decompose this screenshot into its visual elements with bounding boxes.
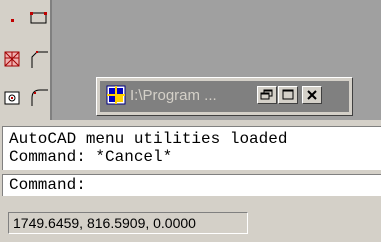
hatch-icon bbox=[4, 51, 20, 67]
coordinates-readout: 1749.6459, 816.5909, 0.0000 bbox=[13, 215, 196, 231]
application-icon bbox=[106, 85, 126, 105]
polyline-icon bbox=[31, 51, 48, 68]
restore-button[interactable] bbox=[257, 86, 277, 104]
close-icon bbox=[307, 90, 317, 100]
command-window: AutoCAD menu utilities loaded Command: *… bbox=[0, 120, 381, 207]
fillet-button[interactable] bbox=[28, 86, 50, 108]
history-line: Command: *Cancel* bbox=[9, 148, 173, 166]
hatch-button[interactable] bbox=[1, 48, 23, 70]
maximize-button[interactable] bbox=[278, 86, 298, 104]
minimized-drawing-window[interactable]: I:\Program ... bbox=[96, 77, 353, 116]
window-title: I:\Program ... bbox=[130, 87, 217, 104]
region-button[interactable] bbox=[1, 86, 23, 108]
minimized-window-titlebar[interactable]: I:\Program ... bbox=[100, 81, 349, 112]
maximize-icon bbox=[282, 89, 294, 100]
close-button[interactable] bbox=[302, 86, 322, 104]
draw-toolbar bbox=[0, 0, 50, 126]
history-line: AutoCAD menu utilities loaded bbox=[9, 130, 288, 148]
coordinates-field[interactable]: 1749.6459, 816.5909, 0.0000 bbox=[8, 212, 248, 234]
command-input[interactable]: Command: bbox=[2, 174, 381, 196]
drawing-area-border bbox=[50, 0, 52, 120]
region-icon bbox=[4, 91, 20, 105]
restore-icon bbox=[260, 89, 273, 100]
status-bar: 1749.6459, 816.5909, 0.0000 bbox=[0, 207, 381, 242]
point-button[interactable] bbox=[1, 8, 23, 30]
rectangle-button[interactable] bbox=[28, 6, 50, 28]
point-icon bbox=[11, 19, 14, 22]
command-history[interactable]: AutoCAD menu utilities loaded Command: *… bbox=[2, 126, 381, 170]
rectangle-icon bbox=[30, 12, 47, 24]
fillet-icon bbox=[31, 89, 48, 106]
polyline-button[interactable] bbox=[28, 48, 50, 70]
command-prompt: Command: bbox=[9, 176, 86, 194]
